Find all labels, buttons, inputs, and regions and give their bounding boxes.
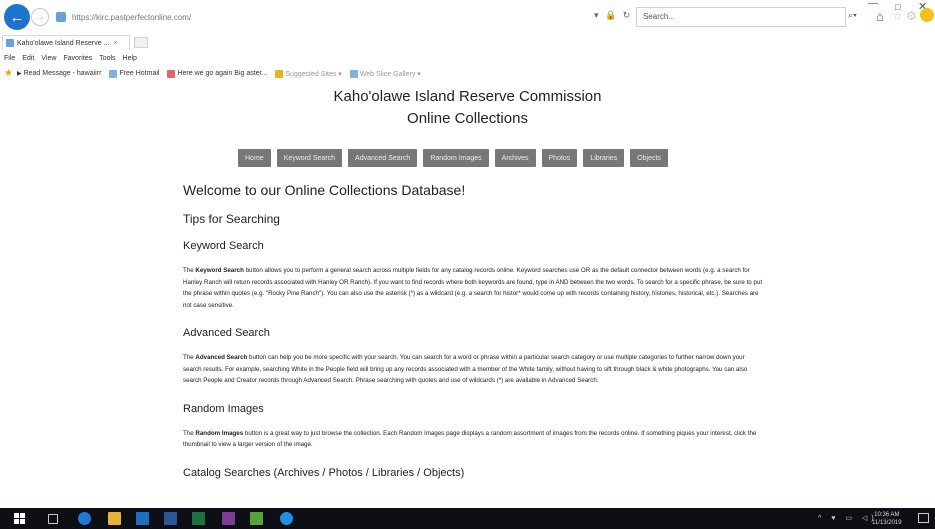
keyword-search-text: The Keyword Search button allows you to … (183, 265, 763, 311)
tips-heading: Tips for Searching (183, 212, 280, 226)
task-view-icon[interactable] (48, 514, 58, 524)
nav-objects-button[interactable]: Objects (630, 149, 668, 167)
outlook-icon[interactable] (136, 512, 149, 525)
clock-date: 11/13/2019 (872, 520, 902, 526)
nav-keyword-search-button[interactable]: Keyword Search (276, 149, 343, 167)
url-actions[interactable]: ▾ 🔒 ↻ (594, 10, 632, 21)
suggested-sites-icon (275, 69, 284, 78)
body-text: button can help you be more specific wit… (183, 354, 748, 384)
word-icon[interactable] (164, 512, 177, 525)
link-icon (167, 69, 176, 78)
nav-advanced-search-button[interactable]: Advanced Search (348, 149, 418, 167)
system-tray[interactable]: ^ ♥ ▭ ◁) (818, 514, 878, 522)
favorite-label: Here we go again Big aster... (177, 70, 268, 77)
gear-icon[interactable]: ⚙ (906, 9, 917, 23)
internet-explorer-icon[interactable] (280, 512, 293, 525)
search-input[interactable]: Search... (636, 7, 846, 27)
search-icon[interactable]: ⌕▾ (848, 10, 857, 21)
main-nav: Home Keyword Search Advanced Search Rand… (238, 149, 674, 167)
bold-term: Advanced Search (195, 354, 248, 361)
excel-icon[interactable] (192, 512, 205, 525)
screen: ← → https://kirc.pastperfectonline.com/ … (0, 0, 935, 529)
nav-archives-button[interactable]: Archives (494, 149, 536, 167)
favorite-item[interactable]: Free Hotmail (109, 69, 160, 78)
notifications-icon[interactable] (918, 513, 929, 523)
advanced-search-text: The Advanced Search button can help you … (183, 352, 763, 387)
keyword-search-heading: Keyword Search (183, 240, 264, 252)
favorite-label: Free Hotmail (119, 70, 160, 77)
edge-icon[interactable] (78, 512, 91, 525)
page-heading: Welcome to our Online Collections Databa… (183, 182, 466, 198)
menu-favorites[interactable]: Favorites (63, 55, 92, 62)
back-button[interactable]: ← (4, 4, 30, 30)
link-icon (109, 69, 118, 78)
body-text: button is a great way to just browse the… (183, 429, 757, 449)
bold-term: Keyword Search (195, 267, 244, 274)
nav-libraries-button[interactable]: Libraries (583, 149, 625, 167)
main-content: Welcome to our Online Collections Databa… (183, 182, 763, 492)
tab-active[interactable]: Kaho'olawe Island Reserve ... × (2, 35, 130, 50)
favorite-item[interactable]: ▶ Read Message - hawaiirr (17, 70, 101, 77)
favorite-item[interactable]: Web Slice Gallery ▾ (349, 69, 421, 78)
menu-tools[interactable]: Tools (99, 55, 115, 62)
address-bar[interactable]: https://kirc.pastperfectonline.com/ (52, 7, 607, 27)
bold-term: Random Images (195, 429, 244, 437)
favorites-bar-star-icon[interactable]: ★ (4, 68, 13, 79)
feedback-smiley-icon[interactable] (920, 8, 934, 22)
menu-view[interactable]: View (41, 55, 56, 62)
favorite-label: Read Message - hawaiirr (23, 70, 102, 77)
intro-text: The (183, 429, 196, 437)
home-icon[interactable]: ⌂ (876, 9, 884, 24)
start-windows-icon[interactable] (14, 513, 25, 524)
favorites-star-icon[interactable]: ☆ (892, 9, 903, 23)
address-row: ← → https://kirc.pastperfectonline.com/ … (0, 0, 935, 34)
file-explorer-icon[interactable] (108, 512, 121, 525)
new-tab-button[interactable] (134, 37, 148, 48)
site-title: Kaho'olawe Island Reserve Commission (333, 88, 602, 105)
clock[interactable]: 10:36 AM 11/13/2019 (872, 511, 902, 527)
url-text: https://kirc.pastperfectonline.com/ (72, 12, 192, 22)
favorite-label: Suggested Sites ▾ (285, 70, 342, 78)
onenote-icon[interactable] (222, 512, 235, 525)
nav-photos-button[interactable]: Photos (541, 149, 578, 167)
nav-random-images-button[interactable]: Random Images (423, 149, 489, 167)
web-slice-icon (349, 69, 358, 78)
favorite-label: Web Slice Gallery ▾ (359, 70, 421, 78)
advanced-search-heading: Advanced Search (183, 327, 270, 339)
page-viewport: Kaho'olawe Island Reserve Commission Onl… (0, 82, 935, 498)
random-images-text: The Random Images button is a great way … (183, 428, 763, 451)
clock-time: 10:36 AM (874, 512, 900, 518)
intro-text: The (183, 267, 196, 274)
menu-bar: File Edit View Favorites Tools Help (0, 52, 935, 65)
site-subtitle: Online Collections (407, 110, 528, 127)
minimize-icon[interactable]: — (868, 0, 878, 9)
menu-file[interactable]: File (4, 55, 15, 62)
nav-home-button[interactable]: Home (238, 149, 271, 167)
app-icon[interactable] (250, 512, 263, 525)
favorite-item[interactable]: Here we go again Big aster... (167, 69, 268, 78)
random-images-heading: Random Images (183, 402, 264, 415)
play-icon: ▶ (16, 71, 22, 77)
body-text: button allows you to perform a general s… (183, 267, 763, 309)
favorite-item[interactable]: Suggested Sites ▾ (275, 69, 342, 78)
tab-favicon-icon (6, 39, 14, 47)
taskbar: ^ ♥ ▭ ◁) 10:36 AM 11/13/2019 (0, 508, 935, 529)
menu-help[interactable]: Help (123, 55, 137, 62)
intro-text: The (183, 354, 196, 361)
forward-button[interactable]: → (31, 8, 49, 26)
catalog-searches-heading: Catalog Searches (Archives / Photos / Li… (183, 466, 465, 479)
site-favicon-icon (56, 12, 66, 22)
tab-row: Kaho'olawe Island Reserve ... × (0, 35, 935, 50)
menu-edit[interactable]: Edit (22, 55, 34, 62)
tab-title: Kaho'olawe Island Reserve ... (17, 39, 110, 47)
favorites-bar: ★ ▶ Read Message - hawaiirr Free Hotmail … (0, 66, 935, 81)
tab-close-icon[interactable]: × (113, 40, 117, 47)
